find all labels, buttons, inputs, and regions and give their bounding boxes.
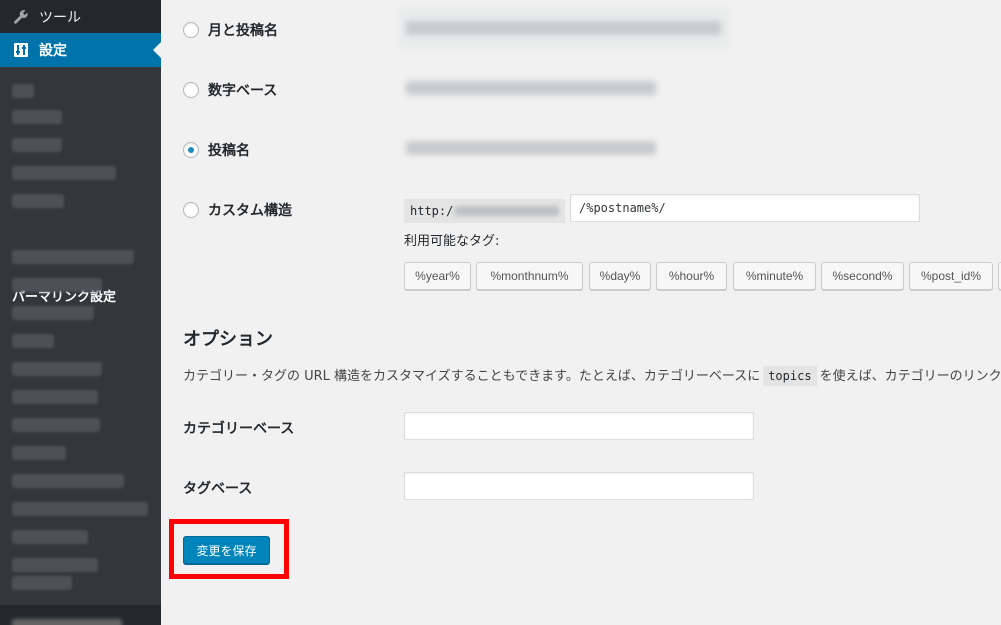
radio-post-name-label: 投稿名 bbox=[208, 143, 250, 159]
tag-base-label: タグベース bbox=[183, 481, 253, 497]
radio-month-name-label: 月と投稿名 bbox=[208, 23, 278, 39]
radio-numeric[interactable] bbox=[183, 82, 199, 98]
permalink-option-month-name[interactable]: 月と投稿名 bbox=[183, 20, 278, 40]
options-desc-after: を使えば、カテゴリーのリンク bbox=[819, 369, 1001, 384]
options-desc-before: カテゴリー・タグの URL 構造をカスタマイズすることもできます。たとえば、カテ… bbox=[183, 369, 761, 384]
tag-button-minute[interactable]: %minute% bbox=[733, 262, 816, 290]
menu-tools[interactable]: ツール bbox=[0, 0, 161, 34]
submenu-item[interactable] bbox=[12, 84, 34, 98]
tag-button-post-id[interactable]: %post_id% bbox=[909, 262, 993, 290]
submenu-item[interactable] bbox=[12, 576, 72, 590]
submenu-item[interactable] bbox=[12, 278, 102, 292]
permalink-option-numeric[interactable]: 数字ベース bbox=[183, 80, 277, 100]
menu-settings[interactable]: 設定 bbox=[0, 33, 161, 67]
radio-custom[interactable] bbox=[183, 202, 199, 218]
tag-button-second[interactable]: %second% bbox=[821, 262, 904, 290]
submenu-item[interactable] bbox=[12, 138, 62, 152]
permalink-option-custom[interactable]: カスタム構造 bbox=[183, 200, 292, 220]
radio-numeric-label: 数字ベース bbox=[208, 83, 278, 99]
tag-button-hour[interactable]: %hour% bbox=[656, 262, 727, 290]
blurred-url-example bbox=[406, 141, 656, 155]
settings-icon bbox=[11, 40, 31, 60]
current-menu-arrow bbox=[153, 42, 161, 58]
submenu-item[interactable] bbox=[12, 558, 98, 572]
permalink-settings-content: 月と投稿名 数字ベース 投稿名 カスタム構造 http:/ 利用可能なタグ: %… bbox=[161, 0, 1001, 625]
submenu-item[interactable] bbox=[12, 502, 148, 516]
tag-button-day[interactable]: %day% bbox=[589, 262, 651, 290]
tag-button-year[interactable]: %year% bbox=[404, 262, 471, 290]
settings-submenu: パーマリンク設定 bbox=[0, 67, 161, 605]
tag-base-input[interactable] bbox=[404, 472, 754, 500]
admin-sidebar: ツール 設定 パーマリンク設定 bbox=[0, 0, 161, 625]
save-changes-button[interactable]: 変更を保存 bbox=[183, 536, 270, 564]
permalink-option-post-name[interactable]: 投稿名 bbox=[183, 140, 250, 160]
radio-post-name[interactable] bbox=[183, 142, 199, 158]
options-heading: オプション bbox=[183, 329, 273, 350]
blurred-url-example bbox=[406, 21, 721, 35]
sidebar-next-menu[interactable] bbox=[0, 605, 161, 625]
submenu-item[interactable] bbox=[12, 250, 134, 264]
blurred-domain bbox=[455, 206, 559, 216]
radio-month-name[interactable] bbox=[183, 22, 199, 38]
submenu-item[interactable] bbox=[12, 362, 102, 376]
radio-custom-label: カスタム構造 bbox=[208, 203, 292, 219]
category-base-label: カテゴリーベース bbox=[183, 421, 295, 437]
category-base-input[interactable] bbox=[404, 412, 754, 440]
wrench-icon bbox=[11, 7, 31, 27]
submenu-item[interactable] bbox=[12, 446, 66, 460]
options-desc-code: topics bbox=[763, 366, 817, 386]
menu-tools-label: ツール bbox=[39, 10, 81, 26]
submenu-item[interactable] bbox=[12, 418, 100, 432]
menu-settings-label: 設定 bbox=[39, 43, 67, 59]
submenu-item[interactable] bbox=[12, 110, 62, 124]
submenu-item[interactable] bbox=[12, 166, 116, 180]
tag-button-monthnum[interactable]: %monthnum% bbox=[476, 262, 583, 290]
submenu-item[interactable] bbox=[12, 334, 54, 348]
submenu-item[interactable] bbox=[12, 194, 64, 208]
submenu-item[interactable] bbox=[12, 474, 124, 488]
base-url-prefix: http:/ bbox=[410, 204, 454, 218]
options-description: カテゴリー・タグの URL 構造をカスタマイズすることもできます。たとえば、カテ… bbox=[183, 365, 1001, 386]
custom-structure-input[interactable] bbox=[570, 194, 920, 222]
blurred-menu-label bbox=[12, 619, 122, 625]
submenu-item[interactable] bbox=[12, 306, 94, 320]
submenu-item[interactable] bbox=[12, 530, 88, 544]
custom-structure-base-url: http:/ bbox=[404, 199, 565, 223]
submenu-item[interactable] bbox=[12, 390, 98, 404]
available-tags-label: 利用可能なタグ: bbox=[404, 234, 500, 249]
blurred-url-example bbox=[406, 81, 656, 95]
